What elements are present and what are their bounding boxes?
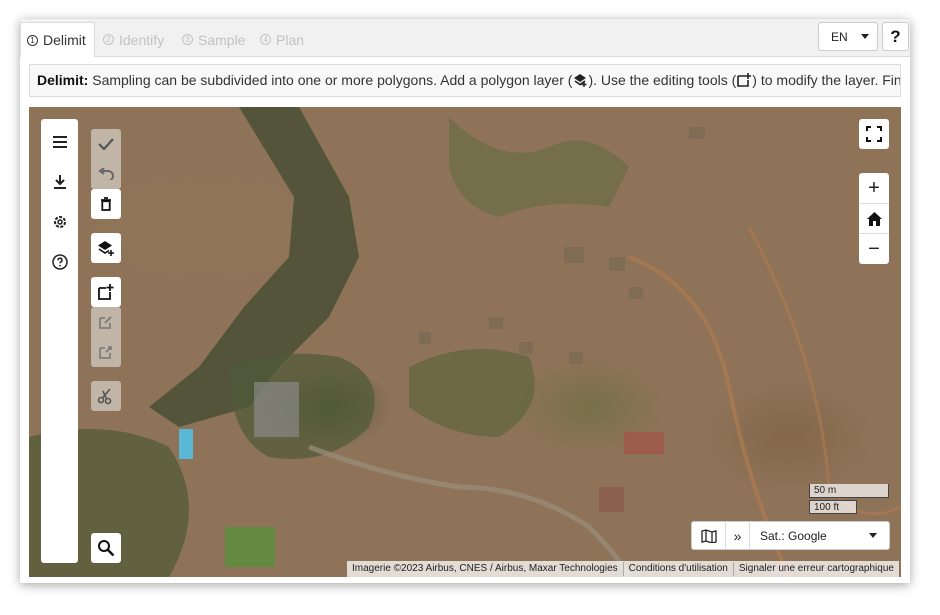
tab-sample[interactable]: 3 Sample [176, 22, 251, 57]
tab-label: Sample [198, 31, 246, 48]
chevron-down-icon [860, 34, 869, 39]
instruction-text-3: ) to modify the layer. Fina [752, 72, 901, 88]
home-icon [866, 212, 882, 226]
layers-add-icon[interactable] [91, 233, 121, 263]
fullscreen-button[interactable] [859, 119, 889, 149]
home-button[interactable] [859, 204, 889, 234]
edit-icon[interactable] [91, 307, 121, 337]
download-icon[interactable] [49, 171, 70, 192]
tab-label: Delimit [43, 32, 86, 48]
base-layer-switcher: » Sat.: Google [691, 521, 890, 550]
satellite-map[interactable]: + − 50 m 100 ft » Sat.: Google Imagerie … [29, 107, 901, 577]
zoom-controls: + − [859, 173, 889, 264]
zoom-in-button[interactable]: + [859, 173, 889, 203]
step-number-badge: 3 [182, 34, 193, 45]
fullscreen-icon [866, 126, 882, 142]
zoom-out-button[interactable]: − [859, 234, 889, 264]
scissors-icon[interactable] [91, 381, 121, 411]
trash-icon[interactable] [91, 189, 121, 219]
imagery-credit: Imagerie ©2023 Airbus, CNES / Airbus, Ma… [347, 562, 624, 576]
step-number-badge: 2 [103, 34, 114, 45]
language-value: EN [831, 29, 848, 44]
map-attribution: Imagerie ©2023 Airbus, CNES / Airbus, Ma… [347, 561, 899, 577]
search-button[interactable] [91, 533, 121, 563]
step-number-badge: 1 [27, 34, 38, 46]
tab-plan[interactable]: 4 Plan [254, 22, 310, 57]
language-select[interactable]: EN [818, 22, 878, 51]
instruction-text-1: Sampling can be subdivided into one or m… [92, 72, 573, 88]
satellite-imagery [29, 107, 901, 577]
base-map-button[interactable] [692, 522, 726, 549]
expand-layers-button[interactable]: » [726, 522, 750, 549]
side-menu-panel [41, 119, 78, 563]
app-window: 1 Delimit 2 Identify 3 Sample 4 Plan EN … [20, 19, 910, 583]
polygon-add-icon[interactable] [91, 277, 121, 307]
help-button[interactable]: ? [882, 22, 909, 51]
gear-icon[interactable] [49, 211, 70, 232]
instruction-title: Delimit: [37, 72, 89, 88]
tab-label: Plan [276, 31, 305, 48]
base-layer-select[interactable]: Sat.: Google [750, 529, 889, 543]
move-icon[interactable] [91, 337, 121, 367]
map-icon [700, 528, 717, 543]
double-chevron-icon: » [733, 527, 742, 544]
terms-link[interactable]: Conditions d'utilisation [624, 562, 734, 576]
undo-icon[interactable] [91, 159, 121, 189]
layers-add-icon [572, 68, 588, 96]
instruction-bar: Delimit: Sampling can be subdivided into… [29, 64, 901, 97]
tab-delimit[interactable]: 1 Delimit [20, 22, 95, 57]
scale-imperial: 100 ft [809, 500, 857, 514]
scale-metric: 50 m [809, 484, 889, 498]
tab-label: Identify [119, 31, 165, 48]
base-layer-value: Sat.: Google [760, 528, 827, 543]
help-circle-icon[interactable] [49, 251, 70, 272]
step-number-badge: 4 [260, 34, 271, 45]
menu-icon[interactable] [49, 131, 70, 152]
chevron-down-icon [869, 533, 877, 538]
report-error-link[interactable]: Signaler une erreur cartographique [734, 562, 899, 576]
instruction-text-2: ). Use the editing tools ( [588, 72, 737, 88]
search-icon [98, 540, 115, 557]
check-icon[interactable] [91, 129, 121, 159]
tab-identify[interactable]: 2 Identify [97, 22, 170, 57]
polygon-add-icon [736, 68, 752, 96]
step-tabs-bar: 1 Delimit 2 Identify 3 Sample 4 Plan EN … [20, 19, 910, 57]
